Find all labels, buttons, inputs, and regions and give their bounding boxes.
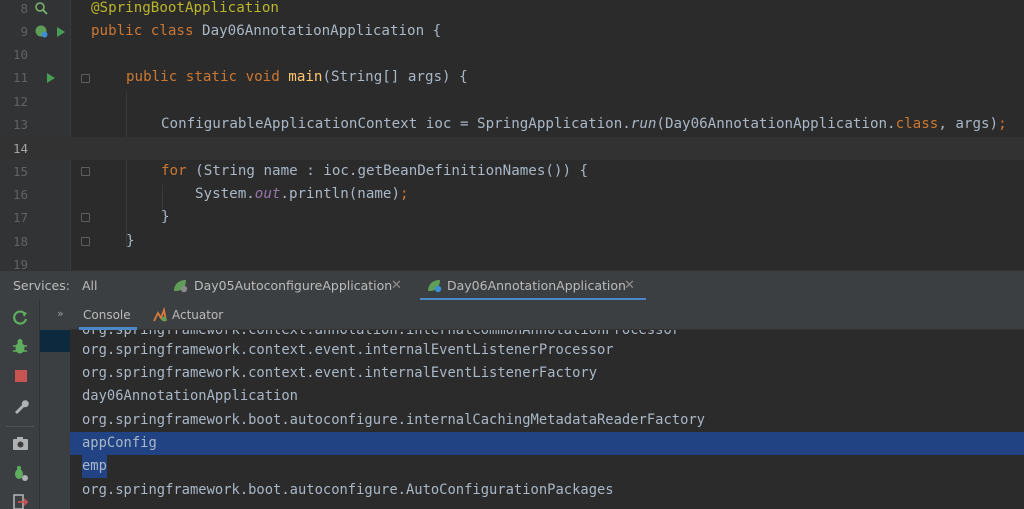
line-number: 16 [12, 187, 28, 202]
console-line-selected[interactable]: emp [70, 455, 1024, 479]
line-number: 13 [12, 117, 28, 132]
line-number: 11 [12, 70, 28, 85]
camera-icon[interactable] [12, 435, 29, 452]
services-tool-window-header: Services: All Services Day05Autoconfigur… [0, 270, 1024, 323]
fold-marker[interactable] [81, 167, 90, 176]
fold-marker[interactable] [81, 237, 90, 246]
code-line-17[interactable]: 17 } [0, 206, 1024, 229]
line-number: 14 [12, 141, 28, 156]
code-text: System.out.println(name); [195, 186, 409, 202]
code-line-18[interactable]: 18 } [0, 230, 1024, 253]
tab-console[interactable]: Console [79, 300, 137, 330]
actuator-icon [153, 307, 167, 322]
console-line[interactable]: org.springframework.context.event.intern… [70, 362, 1024, 385]
fold-marker[interactable] [81, 74, 90, 83]
code-line-9[interactable]: 9 public class Day06AnnotationApplicatio… [0, 20, 1024, 43]
fold-marker[interactable] [81, 213, 90, 222]
stop-icon[interactable] [15, 370, 27, 382]
line-number: 12 [12, 94, 28, 109]
tab-label: Day05AutoconfigureApplication [194, 278, 393, 293]
code-text: for (String name : ioc.getBeanDefinition… [161, 163, 589, 179]
code-line-14-current[interactable]: 14 [0, 137, 1024, 161]
code-line-16[interactable]: 16 System.out.println(name); [0, 183, 1024, 206]
line-number: 10 [12, 47, 28, 62]
tab-label: Day06AnnotationApplication [447, 278, 626, 293]
code-text: } [126, 233, 135, 249]
console-line[interactable]: org.springframework.boot.autoconfigure.i… [70, 409, 1024, 432]
bean-search-icon[interactable] [34, 1, 48, 15]
code-line-8[interactable]: 8 @SpringBootApplication [0, 0, 1024, 20]
close-tab-icon[interactable]: ✕ [391, 271, 402, 301]
code-text: } [161, 209, 170, 225]
toolbar-divider [6, 426, 34, 427]
code-editor[interactable]: 8 @SpringBootApplication 9 public class … [0, 0, 1024, 270]
expand-chevron-icon[interactable]: » [57, 307, 64, 320]
selected-tree-row[interactable] [40, 330, 70, 352]
services-label: Services: [13, 278, 70, 293]
spring-bean-icon[interactable] [34, 24, 48, 38]
wrench-icon[interactable] [12, 398, 29, 415]
rerun-icon[interactable] [12, 309, 29, 326]
tab-label: Actuator [172, 308, 224, 322]
line-number: 9 [20, 24, 28, 39]
line-number: 17 [12, 210, 28, 225]
console-line[interactable]: day06AnnotationApplication [70, 385, 1024, 408]
run-class-icon[interactable] [57, 27, 65, 37]
exit-icon[interactable] [12, 493, 29, 509]
code-text: ConfigurableApplicationContext ioc = Spr… [161, 116, 1007, 132]
code-text: @SpringBootApplication [91, 0, 279, 16]
code-line-15[interactable]: 15 for (String name : ioc.getBeanDefinit… [0, 160, 1024, 183]
tab-day06-annotation-application[interactable]: Day06AnnotationApplication ✕ [420, 271, 646, 301]
code-line-19[interactable]: 19 [0, 253, 1024, 270]
services-tree-panel[interactable] [40, 300, 70, 509]
services-toolbar [0, 300, 40, 509]
code-line-12[interactable]: 12 [0, 90, 1024, 113]
close-tab-icon[interactable]: ✕ [624, 271, 635, 301]
console-output[interactable]: org.springframework.context.annotation.i… [70, 330, 1024, 509]
line-number: 15 [12, 164, 28, 179]
code-line-13[interactable]: 13 ConfigurableApplicationContext ioc = … [0, 113, 1024, 136]
tab-label: Console [83, 308, 131, 322]
run-main-icon[interactable] [47, 73, 55, 83]
console-line-selected[interactable]: appConfig [70, 432, 1024, 456]
code-text: public static void main(String[] args) { [126, 69, 468, 85]
line-number: 19 [12, 257, 28, 270]
debug-bug-icon[interactable] [12, 338, 29, 355]
code-text: public class Day06AnnotationApplication … [91, 23, 442, 39]
spring-boot-icon [174, 280, 188, 293]
spring-boot-icon [428, 280, 442, 293]
line-number: 18 [12, 234, 28, 249]
line-number: 8 [20, 1, 28, 16]
tab-all-services[interactable]: All Services [82, 271, 152, 323]
debug-settings-icon[interactable] [12, 465, 29, 482]
console-tab-bar: Console Actuator [70, 300, 1024, 330]
code-line-10[interactable]: 10 [0, 43, 1024, 66]
console-line[interactable]: org.springframework.context.event.intern… [70, 339, 1024, 362]
console-line[interactable]: org.springframework.boot.autoconfigure.A… [70, 479, 1024, 502]
code-line-11[interactable]: 11 public static void main(String[] args… [0, 66, 1024, 89]
tab-day05-autoconfigure-application[interactable]: Day05AutoconfigureApplication ✕ [172, 271, 402, 301]
